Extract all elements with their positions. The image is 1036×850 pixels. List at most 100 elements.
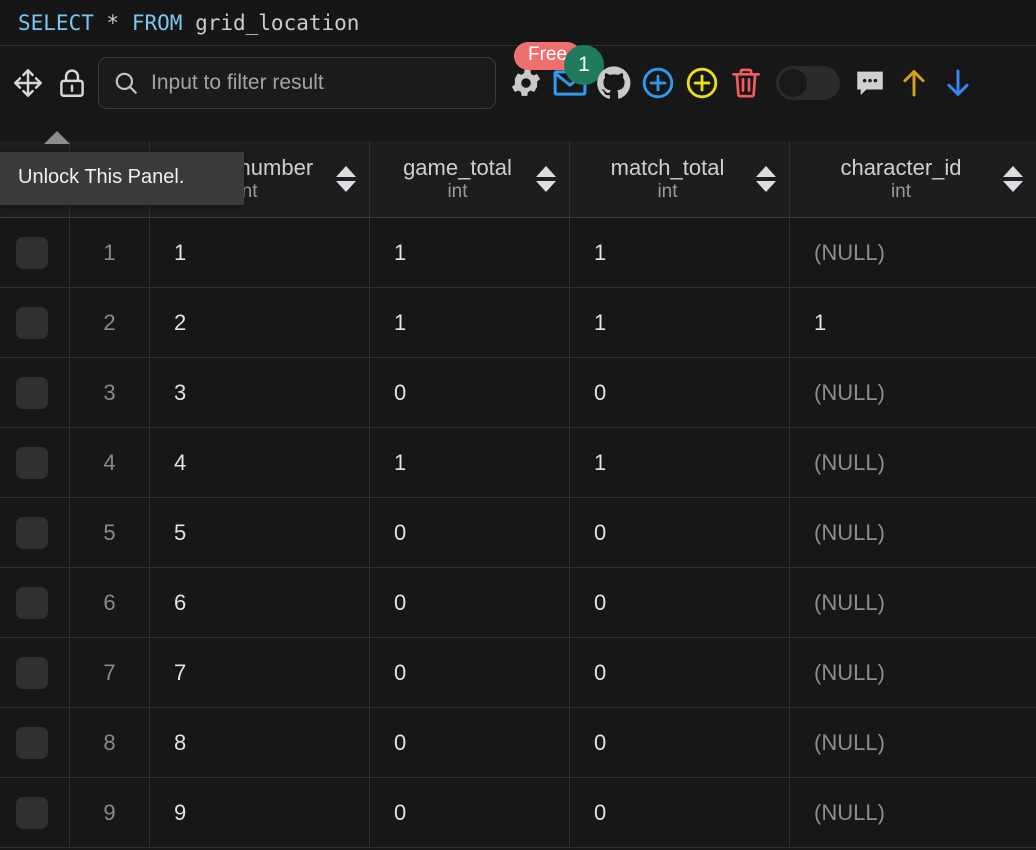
cell-grid_number[interactable]: 1	[150, 218, 370, 287]
cell-match_total[interactable]: 1	[570, 218, 790, 287]
add-row-icon[interactable]	[636, 61, 680, 105]
cell-value: 0	[394, 799, 407, 825]
row-checkbox-cell[interactable]	[0, 778, 70, 847]
filter-search-box[interactable]	[98, 56, 496, 109]
table-row[interactable]: 4 4 1 1 (NULL)	[0, 428, 1036, 498]
download-arrow-icon[interactable]	[936, 61, 980, 105]
search-input[interactable]	[151, 70, 481, 95]
cell-game_total[interactable]: 0	[370, 568, 570, 637]
display-toggle[interactable]	[776, 65, 840, 100]
cell-character_id[interactable]: (NULL)	[790, 708, 1036, 777]
row-checkbox[interactable]	[16, 726, 48, 759]
cell-value: 5	[103, 519, 116, 545]
cell-value: 0	[394, 659, 407, 685]
delete-trash-icon[interactable]	[724, 61, 768, 105]
cell-match_total[interactable]: 1	[570, 428, 790, 497]
sql-table-name: grid_location	[195, 10, 360, 35]
cell-value: (NULL)	[814, 239, 885, 265]
table-row[interactable]: 8 8 0 0 (NULL)	[0, 708, 1036, 778]
cell-value: 8	[174, 729, 187, 755]
row-checkbox-cell[interactable]	[0, 568, 70, 637]
column-type: int	[657, 180, 678, 202]
row-checkbox-cell[interactable]	[0, 708, 70, 777]
column-name: character_id	[840, 155, 962, 181]
github-icon[interactable]	[592, 61, 636, 105]
row-checkbox[interactable]	[16, 796, 48, 829]
row-number-cell: 3	[70, 358, 150, 427]
chat-icon[interactable]	[848, 61, 892, 105]
sql-keyword-select: SELECT	[18, 10, 94, 35]
cell-character_id[interactable]: (NULL)	[790, 218, 1036, 287]
cell-grid_number[interactable]: 6	[150, 568, 370, 637]
cell-match_total[interactable]: 0	[570, 638, 790, 707]
row-checkbox[interactable]	[16, 656, 48, 689]
row-checkbox-cell[interactable]	[0, 288, 70, 357]
cell-character_id[interactable]: (NULL)	[790, 778, 1036, 847]
cell-grid_number[interactable]: 5	[150, 498, 370, 567]
cell-game_total[interactable]: 0	[370, 498, 570, 567]
sort-toggle-icon[interactable]	[335, 166, 357, 192]
row-checkbox[interactable]	[16, 516, 48, 549]
row-checkbox-cell[interactable]	[0, 498, 70, 567]
row-checkbox-cell[interactable]	[0, 428, 70, 497]
sql-star: *	[106, 10, 120, 35]
table-row[interactable]: 3 3 0 0 (NULL)	[0, 358, 1036, 428]
table-row[interactable]: 5 5 0 0 (NULL)	[0, 498, 1036, 568]
row-checkbox-cell[interactable]	[0, 358, 70, 427]
move-handle-icon[interactable]	[6, 61, 50, 105]
cell-match_total[interactable]: 0	[570, 358, 790, 427]
cell-character_id[interactable]: 1	[790, 288, 1036, 357]
column-header-game_total[interactable]: game_total int	[370, 141, 570, 217]
add-column-icon[interactable]	[680, 61, 724, 105]
settings-gear-icon[interactable]: Free	[504, 41, 582, 105]
cell-character_id[interactable]: (NULL)	[790, 428, 1036, 497]
cell-match_total[interactable]: 0	[570, 708, 790, 777]
cell-match_total[interactable]: 0	[570, 778, 790, 847]
cell-grid_number[interactable]: 2	[150, 288, 370, 357]
table-row[interactable]: 7 7 0 0 (NULL)	[0, 638, 1036, 708]
cell-game_total[interactable]: 0	[370, 638, 570, 707]
cell-grid_number[interactable]: 3	[150, 358, 370, 427]
row-checkbox-cell[interactable]	[0, 638, 70, 707]
cell-game_total[interactable]: 1	[370, 288, 570, 357]
row-checkbox[interactable]	[16, 586, 48, 619]
cell-character_id[interactable]: (NULL)	[790, 638, 1036, 707]
table-row[interactable]: 6 6 0 0 (NULL)	[0, 568, 1036, 638]
column-name: match_total	[610, 155, 725, 181]
row-number-cell: 1	[70, 218, 150, 287]
sort-toggle-icon[interactable]	[1002, 166, 1024, 192]
row-checkbox[interactable]	[16, 236, 48, 269]
cell-grid_number[interactable]: 7	[150, 638, 370, 707]
lock-icon[interactable]	[50, 61, 94, 105]
cell-match_total[interactable]: 1	[570, 288, 790, 357]
cell-game_total[interactable]: 0	[370, 778, 570, 847]
cell-character_id[interactable]: (NULL)	[790, 358, 1036, 427]
row-checkbox[interactable]	[16, 376, 48, 409]
cell-grid_number[interactable]: 9	[150, 778, 370, 847]
column-header-match_total[interactable]: match_total int	[570, 141, 790, 217]
cell-game_total[interactable]: 1	[370, 428, 570, 497]
column-header-character_id[interactable]: character_id int	[790, 141, 1036, 217]
table-row[interactable]: 9 9 0 0 (NULL)	[0, 778, 1036, 848]
sql-query-bar[interactable]: SELECT * FROM grid_location	[0, 0, 1036, 45]
cell-match_total[interactable]: 0	[570, 498, 790, 567]
row-checkbox[interactable]	[16, 306, 48, 339]
cell-character_id[interactable]: (NULL)	[790, 498, 1036, 567]
cell-grid_number[interactable]: 4	[150, 428, 370, 497]
cell-game_total[interactable]: 0	[370, 358, 570, 427]
row-checkbox-cell[interactable]	[0, 218, 70, 287]
sort-toggle-icon[interactable]	[535, 166, 557, 192]
cell-grid_number[interactable]: 8	[150, 708, 370, 777]
cell-game_total[interactable]: 1	[370, 218, 570, 287]
upload-arrow-icon[interactable]	[892, 61, 936, 105]
row-checkbox[interactable]	[16, 446, 48, 479]
cell-game_total[interactable]: 0	[370, 708, 570, 777]
sort-toggle-icon[interactable]	[755, 166, 777, 192]
cell-match_total[interactable]: 0	[570, 568, 790, 637]
table-row[interactable]: 1 1 1 1 (NULL)	[0, 218, 1036, 288]
table-row[interactable]: 2 2 1 1 1	[0, 288, 1036, 358]
cell-value: 1	[174, 239, 187, 265]
mail-icon[interactable]: 1	[548, 44, 604, 105]
search-icon	[113, 70, 139, 96]
cell-character_id[interactable]: (NULL)	[790, 568, 1036, 637]
